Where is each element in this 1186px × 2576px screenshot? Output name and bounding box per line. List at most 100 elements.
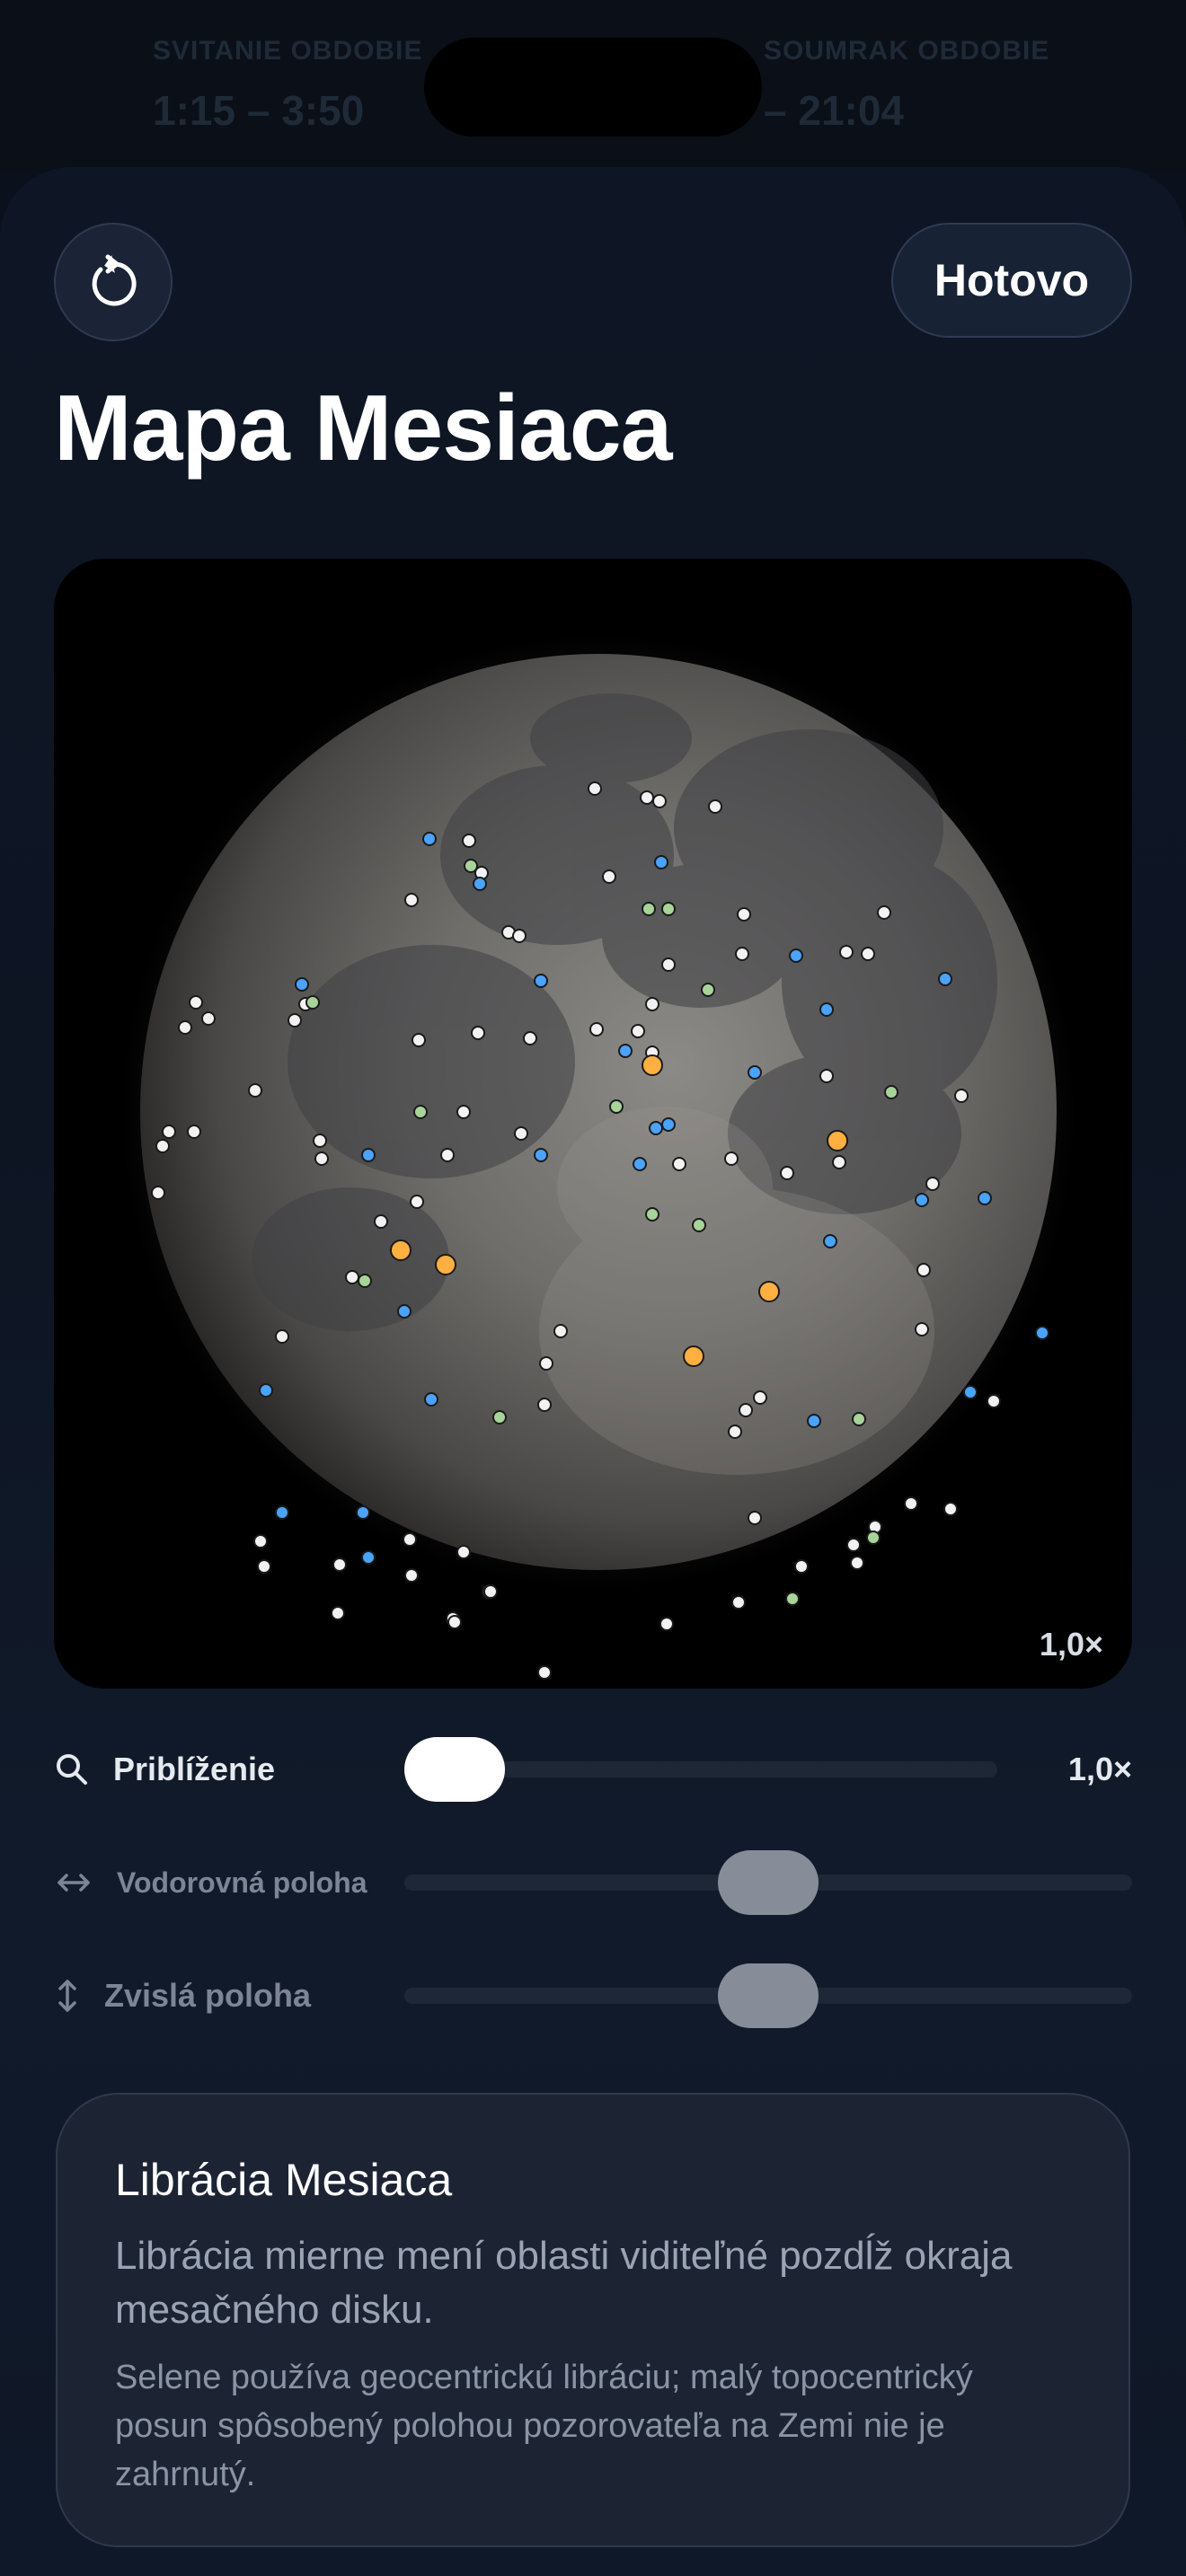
feature-marker-green[interactable]	[358, 1274, 372, 1288]
feature-marker-blue[interactable]	[789, 948, 803, 963]
zoom-slider[interactable]	[404, 1737, 997, 1802]
feature-marker-white[interactable]	[640, 790, 654, 805]
feature-marker-orange[interactable]	[683, 1345, 704, 1367]
feature-marker-white[interactable]	[739, 1403, 753, 1417]
feature-marker-white[interactable]	[187, 1125, 201, 1139]
feature-marker-green[interactable]	[645, 1207, 659, 1222]
feature-marker-white[interactable]	[987, 1394, 1001, 1408]
feature-marker-white[interactable]	[288, 1013, 302, 1028]
vertical-slider[interactable]	[404, 1963, 1132, 2028]
feature-marker-white[interactable]	[483, 1584, 498, 1599]
feature-marker-white[interactable]	[780, 1166, 794, 1180]
vertical-slider-thumb[interactable]	[718, 1963, 819, 2028]
feature-marker-blue[interactable]	[963, 1385, 978, 1399]
done-button[interactable]: Hotovo	[891, 223, 1132, 338]
feature-marker-green[interactable]	[701, 983, 715, 997]
feature-marker-white[interactable]	[708, 799, 722, 814]
feature-marker-blue[interactable]	[534, 974, 548, 988]
feature-marker-white[interactable]	[661, 957, 676, 972]
feature-marker-green[interactable]	[692, 1218, 706, 1232]
feature-marker-blue[interactable]	[361, 1550, 376, 1565]
feature-marker-white[interactable]	[404, 1568, 419, 1583]
feature-marker-white[interactable]	[672, 1157, 686, 1171]
feature-marker-white[interactable]	[275, 1329, 289, 1344]
feature-marker-white[interactable]	[332, 1557, 347, 1572]
feature-marker-white[interactable]	[602, 869, 616, 884]
feature-marker-white[interactable]	[724, 1151, 739, 1166]
feature-marker-white[interactable]	[374, 1214, 388, 1229]
feature-marker-white[interactable]	[877, 905, 891, 920]
feature-marker-green[interactable]	[609, 1099, 624, 1114]
feature-marker-white[interactable]	[539, 1356, 553, 1371]
feature-marker-orange[interactable]	[390, 1239, 412, 1261]
feature-marker-orange[interactable]	[642, 1054, 663, 1076]
feature-marker-white[interactable]	[904, 1496, 918, 1511]
feature-marker-blue[interactable]	[259, 1383, 273, 1398]
feature-marker-white[interactable]	[345, 1270, 359, 1284]
feature-marker-white[interactable]	[314, 1151, 329, 1166]
feature-marker-blue[interactable]	[661, 1117, 676, 1132]
feature-marker-white[interactable]	[861, 947, 875, 961]
feature-marker-white[interactable]	[331, 1606, 345, 1620]
feature-marker-white[interactable]	[832, 1155, 846, 1169]
feature-marker-white[interactable]	[162, 1125, 176, 1139]
feature-marker-green[interactable]	[642, 902, 656, 916]
feature-marker-white[interactable]	[257, 1559, 271, 1574]
feature-marker-blue[interactable]	[748, 1065, 762, 1080]
feature-marker-white[interactable]	[537, 1398, 552, 1412]
feature-marker-white[interactable]	[410, 1195, 424, 1209]
feature-marker-white[interactable]	[189, 995, 203, 1010]
feature-marker-white[interactable]	[313, 1134, 327, 1148]
feature-marker-blue[interactable]	[938, 972, 952, 986]
feature-marker-blue[interactable]	[275, 1505, 289, 1520]
feature-marker-white[interactable]	[440, 1148, 455, 1162]
feature-marker-white[interactable]	[652, 794, 667, 808]
feature-marker-white[interactable]	[728, 1425, 742, 1439]
feature-marker-white[interactable]	[514, 1126, 528, 1141]
feature-marker-orange[interactable]	[827, 1130, 848, 1151]
feature-marker-white[interactable]	[954, 1089, 969, 1103]
feature-marker-white[interactable]	[731, 1595, 746, 1610]
feature-marker-white[interactable]	[916, 1263, 931, 1277]
horizontal-slider-thumb[interactable]	[718, 1850, 819, 1915]
feature-marker-white[interactable]	[553, 1324, 568, 1338]
feature-marker-green[interactable]	[305, 995, 320, 1010]
reset-button[interactable]	[54, 223, 173, 341]
feature-marker-white[interactable]	[456, 1105, 471, 1119]
horizontal-slider[interactable]	[404, 1850, 1132, 1915]
feature-marker-green[interactable]	[413, 1105, 428, 1119]
feature-marker-white[interactable]	[659, 1617, 674, 1631]
feature-marker-white[interactable]	[846, 1538, 861, 1552]
feature-marker-white[interactable]	[588, 781, 602, 796]
feature-marker-green[interactable]	[785, 1592, 800, 1606]
feature-marker-green[interactable]	[866, 1531, 881, 1545]
feature-marker-white[interactable]	[753, 1390, 767, 1405]
feature-marker-blue[interactable]	[534, 1148, 548, 1162]
feature-marker-white[interactable]	[915, 1322, 929, 1337]
feature-marker-orange[interactable]	[758, 1281, 780, 1302]
feature-marker-white[interactable]	[248, 1083, 262, 1098]
moon-map-view[interactable]: 1,0×	[54, 559, 1132, 1689]
feature-marker-green[interactable]	[492, 1410, 507, 1425]
feature-marker-blue[interactable]	[823, 1234, 837, 1248]
feature-marker-white[interactable]	[850, 1556, 864, 1570]
feature-marker-white[interactable]	[462, 834, 476, 848]
feature-marker-white[interactable]	[447, 1615, 462, 1629]
feature-marker-blue[interactable]	[473, 877, 487, 891]
zoom-slider-thumb[interactable]	[404, 1737, 505, 1802]
feature-marker-blue[interactable]	[649, 1121, 663, 1135]
feature-marker-blue[interactable]	[424, 1392, 438, 1407]
feature-marker-blue[interactable]	[654, 855, 668, 869]
feature-marker-white[interactable]	[471, 1026, 485, 1040]
feature-marker-white[interactable]	[839, 945, 854, 959]
feature-marker-green[interactable]	[661, 902, 676, 916]
feature-marker-green[interactable]	[852, 1412, 866, 1426]
feature-marker-blue[interactable]	[819, 1002, 834, 1017]
feature-marker-white[interactable]	[253, 1534, 268, 1548]
feature-marker-blue[interactable]	[295, 977, 309, 992]
feature-marker-green[interactable]	[884, 1085, 898, 1099]
feature-marker-blue[interactable]	[1035, 1326, 1049, 1340]
feature-marker-blue[interactable]	[361, 1148, 376, 1162]
feature-marker-white[interactable]	[735, 947, 749, 961]
feature-marker-white[interactable]	[201, 1011, 216, 1026]
